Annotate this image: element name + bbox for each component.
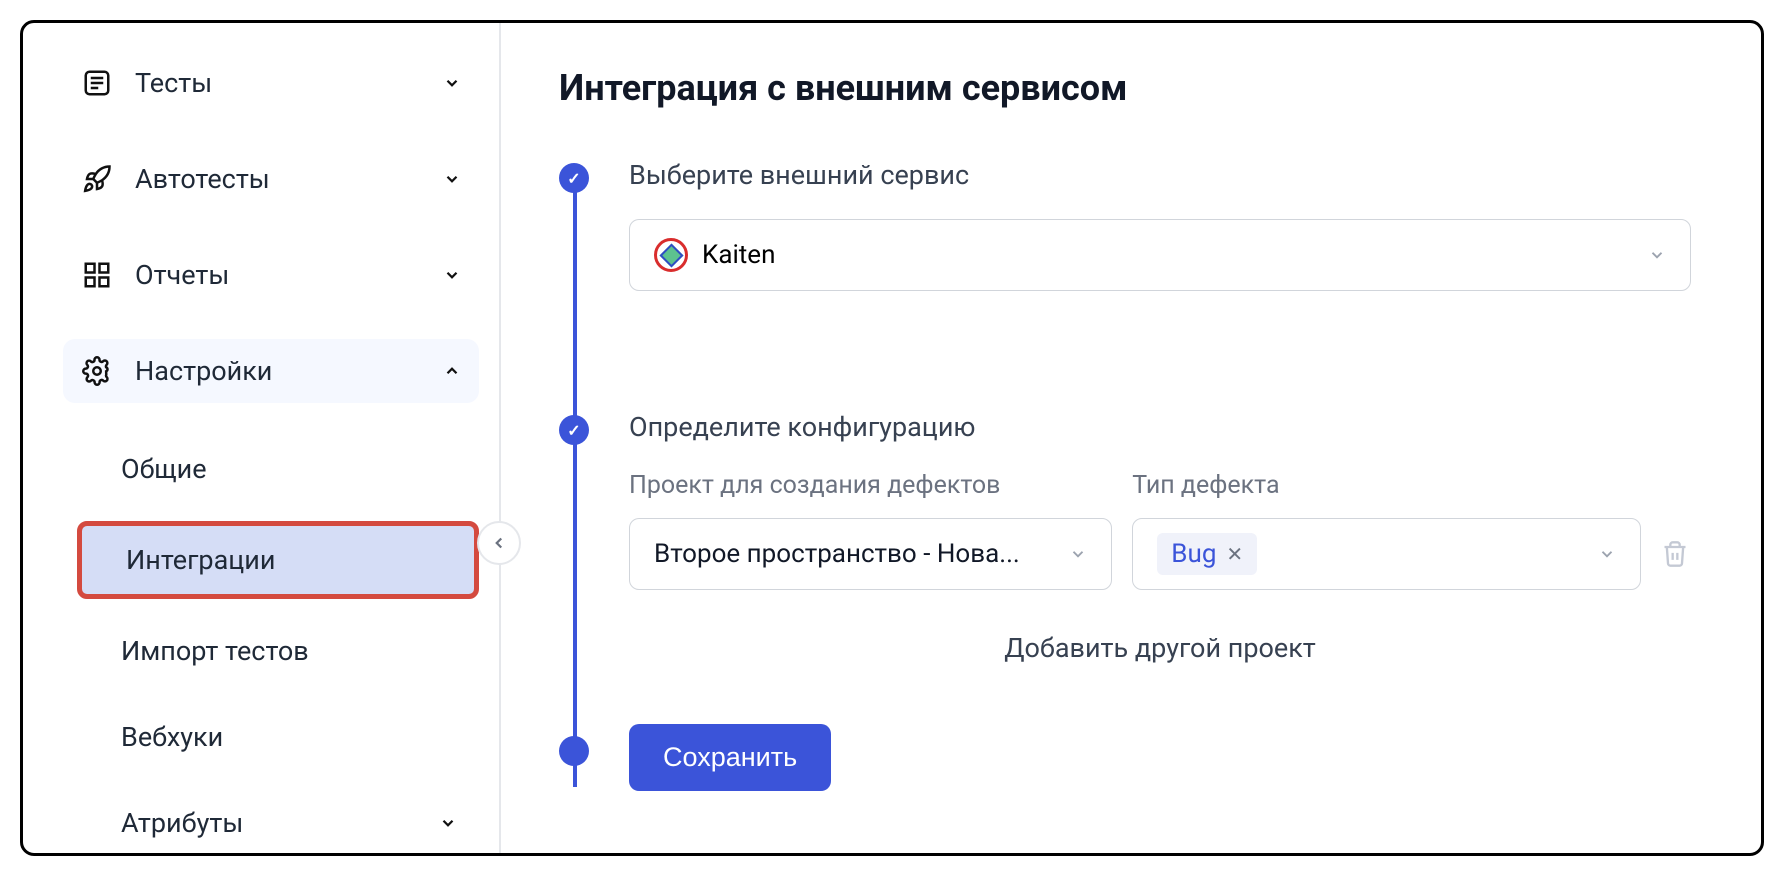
sidebar-item-label: Настройки — [135, 355, 421, 387]
sidebar-item-reports[interactable]: Отчеты — [63, 243, 479, 307]
step-marker-done-icon — [559, 163, 589, 193]
sidebar-sub-label: Общие — [121, 453, 457, 485]
chevron-down-icon — [1069, 545, 1087, 563]
sidebar-sub-webhooks[interactable]: Вебхуки — [77, 703, 479, 771]
save-button[interactable]: Сохранить — [629, 724, 831, 791]
column-header: Тип дефекта — [1132, 471, 1641, 500]
service-name: Kaiten — [702, 240, 775, 270]
service-selected-value: Kaiten — [654, 238, 1634, 272]
stepper-line — [573, 177, 577, 787]
sidebar-sub-integrations[interactable]: Интеграции — [77, 521, 479, 599]
sidebar-sub-label: Импорт тестов — [121, 635, 457, 667]
app-panel: Тесты Автотесты — [20, 20, 1764, 856]
sidebar-item-tests[interactable]: Тесты — [63, 51, 479, 115]
tag-remove-icon[interactable]: ✕ — [1226, 542, 1243, 566]
defect-type-tag: Bug ✕ — [1157, 533, 1257, 575]
sidebar-item-autotests[interactable]: Автотесты — [63, 147, 479, 211]
sidebar: Тесты Автотесты — [23, 23, 501, 853]
delete-row-button[interactable] — [1661, 540, 1691, 570]
sidebar-item-label: Тесты — [135, 67, 421, 99]
step-save: Сохранить — [629, 724, 1691, 791]
chevron-down-icon — [1648, 246, 1666, 264]
step-marker-done-icon — [559, 415, 589, 445]
sidebar-collapse-button[interactable] — [477, 521, 521, 565]
step-title: Выберите внешний сервис — [629, 159, 1691, 191]
sidebar-item-label: Отчеты — [135, 259, 421, 291]
chevron-up-icon — [443, 362, 461, 380]
service-select[interactable]: Kaiten — [629, 219, 1691, 291]
sidebar-sub-label: Интеграции — [126, 544, 452, 576]
project-value: Второе пространство - Нова... — [654, 539, 1069, 569]
tag-label: Bug — [1171, 539, 1216, 569]
page-title: Интеграция с внешним сервисом — [559, 67, 1691, 109]
project-select[interactable]: Второе пространство - Нова... — [629, 518, 1112, 590]
column-header: Проект для создания дефектов — [629, 471, 1112, 500]
stepper: Выберите внешний сервис Kaiten Оп — [559, 159, 1691, 791]
step-configure: Определите конфигурацию Проект для созда… — [629, 411, 1691, 664]
sidebar-item-label: Автотесты — [135, 163, 421, 195]
chevron-down-icon — [1598, 545, 1616, 563]
chevron-down-icon — [439, 814, 457, 832]
chevron-down-icon — [443, 74, 461, 92]
sidebar-sub-general[interactable]: Общие — [77, 435, 479, 503]
step-select-service: Выберите внешний сервис Kaiten — [629, 159, 1691, 291]
config-row: Проект для создания дефектов Второе прос… — [629, 471, 1691, 590]
rocket-icon — [81, 163, 113, 195]
grid-icon — [81, 259, 113, 291]
sidebar-sub-import-tests[interactable]: Импорт тестов — [77, 617, 479, 685]
gear-icon — [81, 355, 113, 387]
chevron-down-icon — [443, 170, 461, 188]
main-content: Интеграция с внешним сервисом Выберите в… — [501, 23, 1761, 853]
chevron-down-icon — [443, 266, 461, 284]
add-project-button[interactable]: Добавить другой проект — [629, 632, 1691, 664]
sidebar-item-settings[interactable]: Настройки — [63, 339, 479, 403]
step-title: Определите конфигурацию — [629, 411, 1691, 443]
defect-type-column: Тип дефекта Bug ✕ — [1132, 471, 1641, 590]
list-icon — [81, 67, 113, 99]
project-column: Проект для создания дефектов Второе прос… — [629, 471, 1112, 590]
sidebar-sub-label: Вебхуки — [121, 721, 457, 753]
kaiten-logo-icon — [654, 238, 688, 272]
sidebar-sub-attributes[interactable]: Атрибуты — [77, 789, 479, 856]
defect-type-select[interactable]: Bug ✕ — [1132, 518, 1641, 590]
sidebar-sub-label: Атрибуты — [121, 807, 417, 839]
settings-submenu: Общие Интеграции Импорт тестов Вебхуки А… — [63, 435, 479, 856]
step-marker-current-icon — [559, 736, 589, 766]
